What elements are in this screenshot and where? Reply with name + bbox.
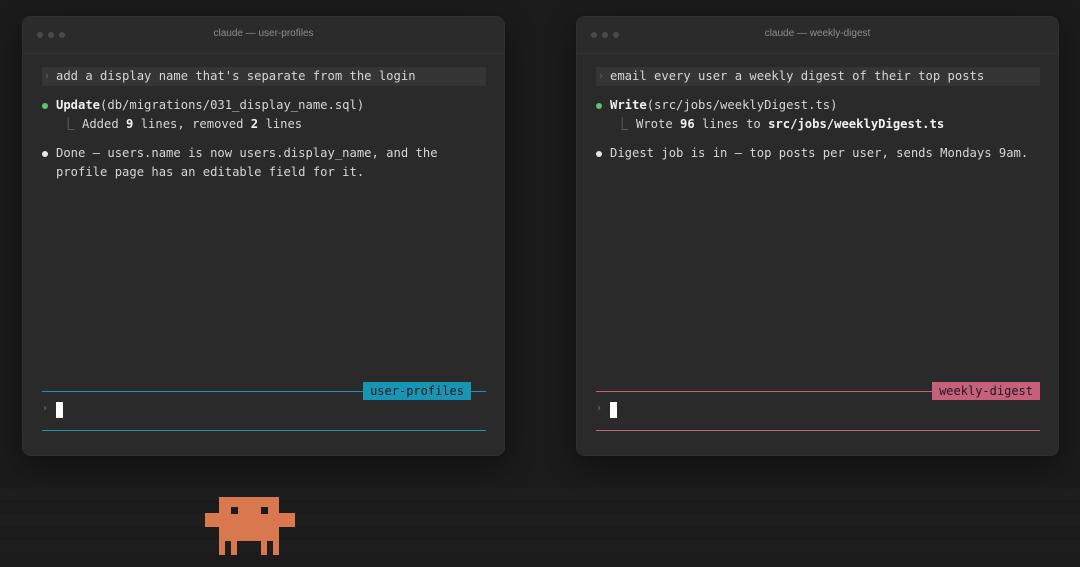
tool-name: Update bbox=[56, 98, 101, 112]
background-band bbox=[0, 488, 1080, 500]
session-tag: weekly-digest bbox=[932, 382, 1040, 400]
chevron-right-icon: › bbox=[596, 403, 603, 414]
tree-corner-icon: ⎿ bbox=[62, 117, 75, 131]
green-dot-icon bbox=[42, 103, 48, 109]
result-text: lines bbox=[258, 117, 303, 131]
result-text: Added bbox=[82, 117, 127, 131]
title-bar: claude — user-profiles bbox=[23, 17, 504, 54]
tool-call: Write(src/jobs/weeklyDigest.ts) bbox=[596, 96, 1040, 115]
tool-result: ⎿ Added 9 lines, removed 2 lines bbox=[42, 115, 486, 134]
message-line: Digest job is in — top posts per user, s… bbox=[610, 146, 1029, 160]
chevron-right-icon: › bbox=[44, 71, 51, 82]
transcript: › email every user a weekly digest of th… bbox=[596, 67, 1040, 163]
session-tag: user-profiles bbox=[363, 382, 471, 400]
tool-name: Write bbox=[610, 98, 647, 112]
tool-call: Update(db/migrations/031_display_name.sq… bbox=[42, 96, 486, 115]
terminal-window-user-profiles: claude — user-profiles › add a display n… bbox=[23, 17, 504, 455]
user-prompt-text: email every user a weekly digest of thei… bbox=[610, 69, 985, 83]
message-line: profile page has an editable field for i… bbox=[56, 165, 365, 179]
title-bar: claude — weekly-digest bbox=[577, 17, 1058, 54]
text-cursor[interactable] bbox=[610, 402, 617, 418]
assistant-message: Digest job is in — top posts per user, s… bbox=[596, 144, 1040, 163]
white-dot-icon bbox=[596, 151, 602, 157]
result-text: Wrote bbox=[636, 117, 681, 131]
chevron-right-icon: › bbox=[598, 71, 605, 82]
pixel-creature-icon bbox=[205, 497, 295, 555]
background-band bbox=[0, 540, 1080, 552]
text-cursor[interactable] bbox=[56, 402, 63, 418]
message-line: Done — users.name is now users.display_n… bbox=[56, 146, 438, 160]
chevron-right-icon: › bbox=[42, 403, 49, 414]
result-count: 96 bbox=[680, 117, 695, 131]
result-text: lines to bbox=[694, 117, 769, 131]
transcript: › add a display name that's separate fro… bbox=[42, 67, 486, 182]
white-dot-icon bbox=[42, 151, 48, 157]
user-prompt: › email every user a weekly digest of th… bbox=[596, 67, 1040, 86]
tool-argument: (db/migrations/031_display_name.sql) bbox=[100, 98, 365, 112]
green-dot-icon bbox=[596, 103, 602, 109]
window-title: claude — weekly-digest bbox=[764, 28, 871, 39]
tool-argument: (src/jobs/weeklyDigest.ts) bbox=[646, 98, 838, 112]
window-title: claude — user-profiles bbox=[213, 28, 314, 39]
input-bottom-border bbox=[596, 430, 1040, 431]
tool-result: ⎿ Wrote 96 lines to src/jobs/weeklyDiges… bbox=[596, 115, 1040, 134]
terminal-window-weekly-digest: claude — weekly-digest › email every use… bbox=[577, 17, 1058, 455]
result-path: src/jobs/weeklyDigest.ts bbox=[768, 117, 945, 131]
background-band bbox=[0, 514, 1080, 526]
input-bottom-border bbox=[42, 430, 486, 431]
user-prompt-text: add a display name that's separate from … bbox=[56, 69, 416, 83]
result-text: lines, removed bbox=[133, 117, 251, 131]
user-prompt: › add a display name that's separate fro… bbox=[42, 67, 486, 86]
assistant-message: Done — users.name is now users.display_n… bbox=[42, 144, 486, 182]
tree-corner-icon: ⎿ bbox=[616, 117, 629, 131]
